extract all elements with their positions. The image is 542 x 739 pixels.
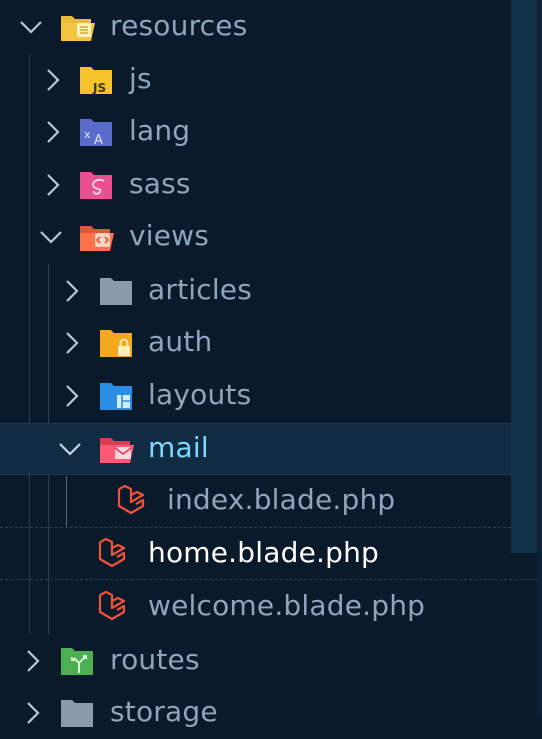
- chevron-right-icon: [59, 383, 85, 409]
- tree-item-label: resources: [110, 9, 248, 42]
- folder-js-icon: JS: [78, 64, 114, 96]
- tree-item-views[interactable]: views: [0, 211, 542, 263]
- folder-mail-open-icon: [98, 433, 134, 465]
- tree-item-label: home.blade.php: [148, 536, 379, 569]
- scrollbar-thumb[interactable]: [511, 0, 537, 553]
- tree-item-label: layouts: [148, 378, 252, 411]
- svg-text:x: x: [84, 128, 91, 141]
- folder-views-open-icon: [78, 221, 114, 253]
- tree-item-index-blade[interactable]: index.blade.php: [0, 475, 542, 527]
- folder-routes-icon: [59, 645, 95, 677]
- chevron-right-icon: [40, 67, 66, 93]
- tree-item-js[interactable]: JS js: [0, 54, 542, 106]
- tree-item-label: storage: [110, 695, 218, 728]
- tree-item-label: articles: [148, 273, 253, 306]
- folder-lang-icon: Ax: [78, 116, 114, 148]
- tree-item-label: js: [129, 62, 152, 95]
- tree-item-mail[interactable]: mail: [0, 423, 542, 475]
- tree-item-auth[interactable]: auth: [0, 317, 542, 369]
- chevron-down-icon: [38, 224, 64, 250]
- chevron-right-icon: [59, 330, 85, 356]
- tree-item-label: views: [129, 219, 210, 252]
- laravel-blade-icon: [114, 485, 150, 517]
- folder-sass-icon: [78, 169, 114, 201]
- tree-item-label: lang: [129, 114, 191, 147]
- tree-item-storage[interactable]: storage: [0, 687, 542, 739]
- tree-item-sass[interactable]: sass: [0, 159, 542, 211]
- folder-resources-open-icon: [59, 11, 95, 43]
- chevron-down-icon: [18, 14, 44, 40]
- tree-item-label: auth: [148, 325, 213, 358]
- tree-item-layouts[interactable]: layouts: [0, 370, 542, 422]
- chevron-right-icon: [40, 172, 66, 198]
- folder-layouts-icon: [98, 380, 134, 412]
- folder-icon: [98, 275, 134, 307]
- laravel-blade-icon: [95, 591, 131, 623]
- tree-item-articles[interactable]: articles: [0, 265, 542, 317]
- tree-item-welcome-blade[interactable]: welcome.blade.php: [0, 581, 542, 633]
- file-explorer-tree: resources JS js Ax lang sass views artic…: [0, 0, 542, 728]
- tree-item-lang[interactable]: Ax lang: [0, 106, 542, 158]
- chevron-right-icon: [40, 119, 66, 145]
- chevron-down-icon: [57, 436, 83, 462]
- tree-item-resources[interactable]: resources: [0, 1, 542, 53]
- laravel-blade-icon: [95, 538, 131, 570]
- folder-auth-icon: [98, 327, 134, 359]
- tree-item-label: routes: [110, 643, 200, 676]
- svg-text:JS: JS: [92, 81, 106, 95]
- chevron-right-icon: [20, 648, 46, 674]
- tree-item-label: welcome.blade.php: [148, 589, 426, 622]
- tree-item-home-blade[interactable]: home.blade.php: [0, 528, 542, 580]
- tree-item-label: index.blade.php: [167, 483, 396, 516]
- folder-icon: [59, 697, 95, 729]
- scrollbar-track[interactable]: [537, 0, 542, 714]
- tree-item-label: sass: [129, 167, 191, 200]
- tree-item-routes[interactable]: routes: [0, 635, 542, 687]
- tree-item-label: mail: [148, 431, 209, 464]
- svg-text:A: A: [94, 133, 103, 148]
- chevron-right-icon: [59, 278, 85, 304]
- chevron-right-icon: [20, 700, 46, 726]
